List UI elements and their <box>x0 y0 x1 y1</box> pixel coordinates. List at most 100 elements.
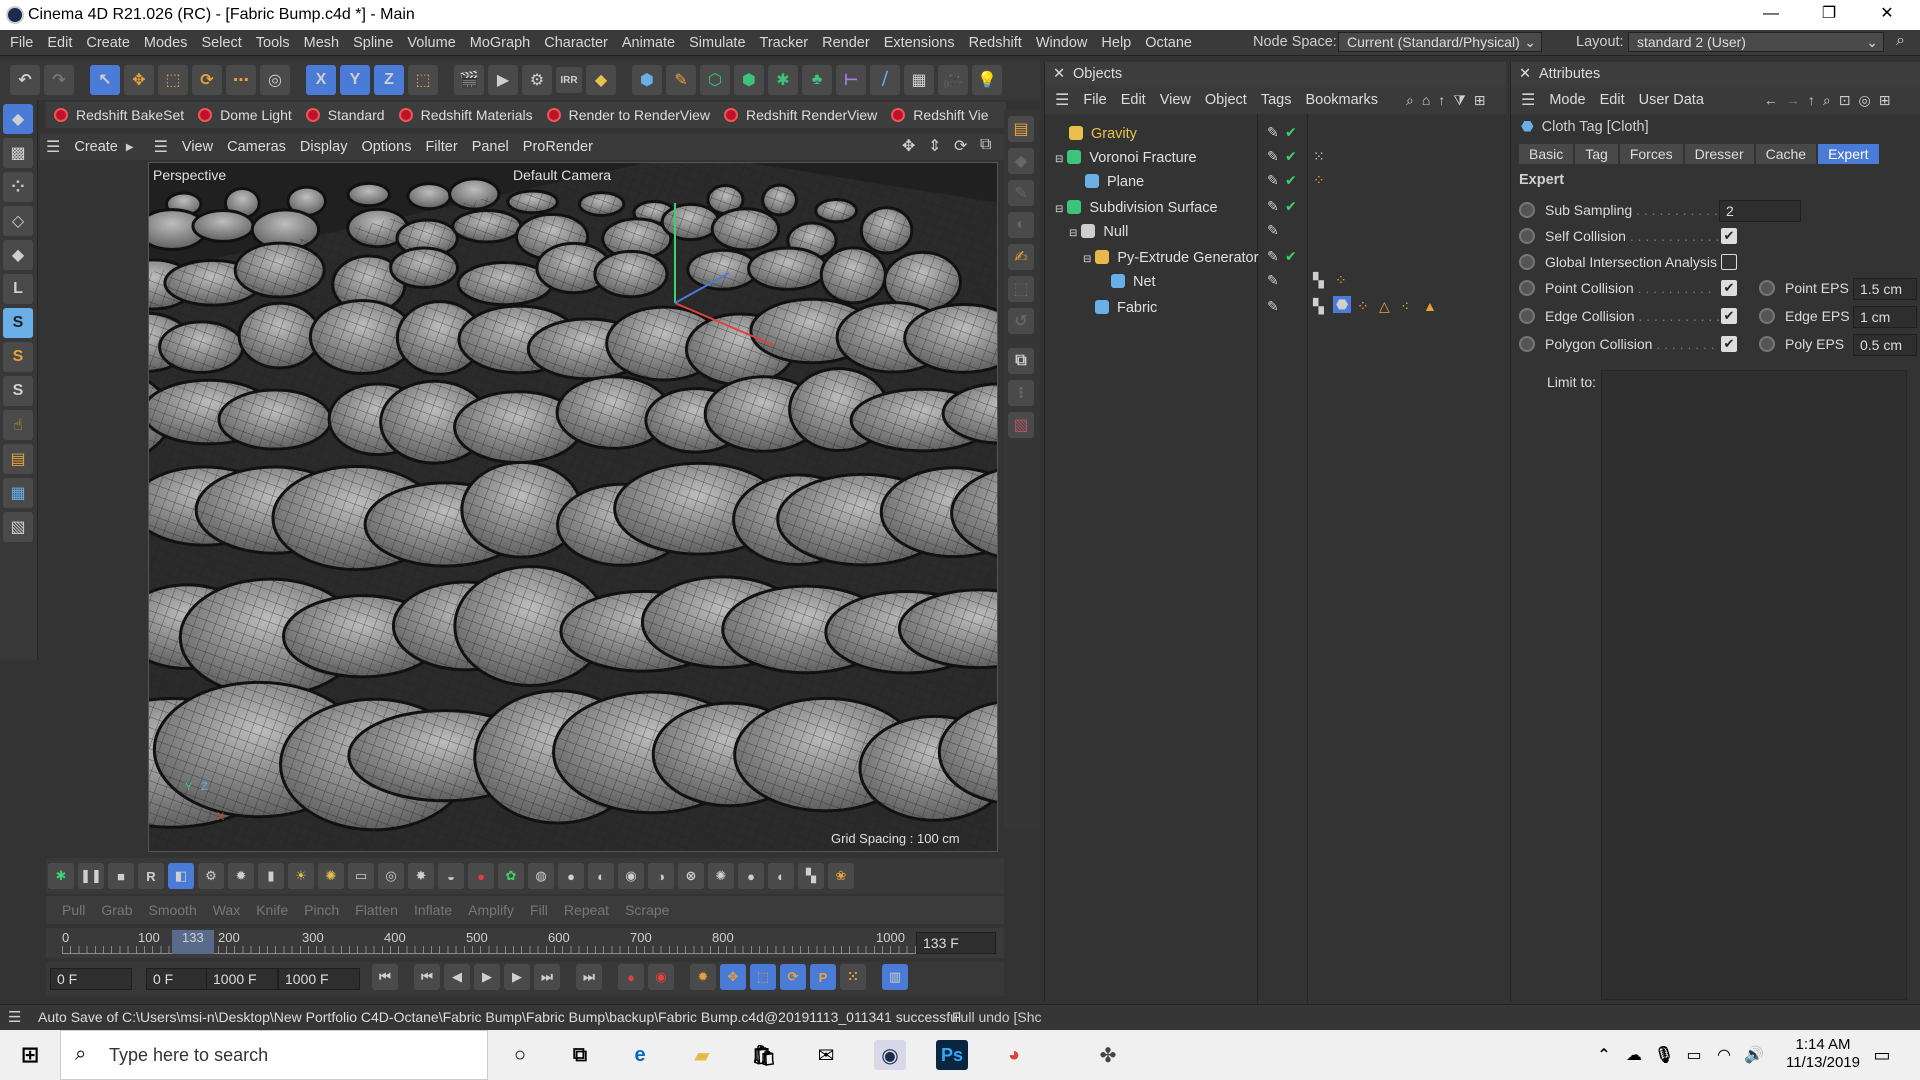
edit-icon[interactable]: ✎ <box>1267 172 1279 189</box>
collapse-icon[interactable]: ⊟ <box>1055 204 1063 215</box>
hamburger-icon[interactable]: ☰ <box>154 137 168 157</box>
chrome-taskbar-icon[interactable]: ◕ <box>998 1040 1030 1070</box>
menu-tools[interactable]: Tools <box>256 35 290 51</box>
menu-character[interactable]: Character <box>544 35 608 51</box>
workplane-snap-icon[interactable]: S <box>3 376 33 406</box>
collapse-icon[interactable]: ⊟ <box>1055 154 1063 165</box>
animate-radio[interactable] <box>1519 202 1535 218</box>
objects-menu-file[interactable]: File <box>1083 92 1106 108</box>
checkmark-icon[interactable]: ✔ <box>1285 248 1297 265</box>
select-tool-icon[interactable]: ↖ <box>90 65 120 95</box>
checker-icon[interactable]: ▚ <box>798 863 824 889</box>
edit-icon[interactable]: ✎ <box>1267 248 1279 265</box>
lock-x-axis-button[interactable]: X <box>306 65 336 95</box>
current-frame-field[interactable]: 133 F <box>916 932 996 954</box>
camera-icon[interactable]: 🎥 <box>938 65 968 95</box>
up-arrow-icon[interactable]: ↑ <box>1808 92 1815 108</box>
texture-tool-icon[interactable]: ▧ <box>1008 412 1034 438</box>
collapse-icon[interactable]: ⊟ <box>1069 228 1077 239</box>
attributes-menu-user-data[interactable]: User Data <box>1639 92 1704 108</box>
sculpt-pinch[interactable]: Pinch <box>304 902 339 918</box>
points-mode-icon[interactable]: ⁘ <box>3 172 33 202</box>
pause-icon[interactable]: ❚❚ <box>78 863 104 889</box>
hamburger-icon[interactable]: ☰ <box>8 1008 21 1026</box>
edges-mode-icon[interactable]: ◇ <box>3 206 33 236</box>
timeline-ruler[interactable]: 0 100 133 200 300 400 500 600 700 800 10… <box>46 928 1004 958</box>
sculpt-knife[interactable]: Knife <box>256 902 288 918</box>
deformer-icon[interactable]: ⊢ <box>836 65 866 95</box>
recent-tools-icon[interactable]: ⋯ <box>226 65 256 95</box>
menu-modes[interactable]: Modes <box>144 35 188 51</box>
hamburger-icon[interactable]: ☰ <box>46 137 60 157</box>
sculpt-smooth[interactable]: Smooth <box>148 902 196 918</box>
search-icon[interactable]: ⌕ <box>1823 92 1831 109</box>
menu-mograph[interactable]: MoGraph <box>470 35 530 51</box>
volume-icon[interactable]: 🔊 <box>1738 1040 1770 1070</box>
animate-radio[interactable] <box>1759 308 1775 324</box>
tree-item-net[interactable]: Net <box>1111 270 1156 294</box>
tweak-icon[interactable]: ☝ <box>3 410 33 440</box>
edit-icon[interactable]: ✎ <box>1267 124 1279 141</box>
lock-y-axis-button[interactable]: Y <box>340 65 370 95</box>
paint-brush-icon[interactable]: ✍ <box>1008 244 1034 270</box>
axis-mode-icon[interactable]: L <box>3 274 33 304</box>
coordinate-system-icon[interactable]: ⬚ <box>408 65 438 95</box>
hamburger-icon[interactable]: ☰ <box>1055 90 1069 110</box>
timeline-window-icon[interactable]: ▥ <box>882 964 908 990</box>
redo-icon[interactable]: ↷ <box>44 65 74 95</box>
polygon-selection-icon[interactable]: △ <box>1379 298 1390 315</box>
lock-icon[interactable]: ⊡ <box>1839 92 1851 109</box>
locked-workplane-icon[interactable]: ▦ <box>3 478 33 508</box>
search-icon[interactable]: ⌕ <box>1406 92 1414 109</box>
scale-tool-icon[interactable]: ⬚ <box>158 65 188 95</box>
animate-radio[interactable] <box>1519 308 1535 324</box>
key-scale-icon[interactable]: ⬚ <box>750 964 776 990</box>
daylight-icon[interactable]: ✺ <box>318 863 344 889</box>
sculpt-amplify[interactable]: Amplify <box>468 902 514 918</box>
autokey-icon[interactable]: ◉ <box>648 964 674 990</box>
menu-tracker[interactable]: Tracker <box>760 35 809 51</box>
undo-icon[interactable]: ↶ <box>10 65 40 95</box>
sculpt-inflate[interactable]: Inflate <box>414 902 452 918</box>
menu-simulate[interactable]: Simulate <box>689 35 745 51</box>
glossy-material-icon[interactable]: ◐ <box>588 863 614 889</box>
global-intersection-checkbox[interactable] <box>1721 254 1737 270</box>
self-collision-checkbox[interactable]: ✔ <box>1721 228 1737 244</box>
lock-z-axis-button[interactable]: Z <box>374 65 404 95</box>
checkmark-icon[interactable]: ✔ <box>1285 124 1297 141</box>
diffuse-material-icon[interactable]: ● <box>558 863 584 889</box>
record-keys-icon[interactable]: ● <box>618 964 644 990</box>
cortana-icon[interactable]: ○ <box>504 1040 536 1070</box>
store-icon[interactable]: 🛍 <box>748 1040 780 1070</box>
subdivision-surface-icon[interactable]: ⬡ <box>700 65 730 95</box>
davinci-taskbar-icon[interactable]: ✤ <box>1092 1040 1124 1070</box>
animate-radio[interactable] <box>1519 280 1535 296</box>
standard-button[interactable]: Standard <box>305 107 385 123</box>
close-button[interactable]: ✕ <box>1858 0 1916 30</box>
animate-radio[interactable] <box>1759 280 1775 296</box>
dome-light-button[interactable]: Dome Light <box>198 107 292 123</box>
record-icon[interactable]: ● <box>468 863 494 889</box>
viewport-menu-display[interactable]: Display <box>300 139 348 155</box>
menu-mesh[interactable]: Mesh <box>304 35 339 51</box>
attributes-menu-mode[interactable]: Mode <box>1549 92 1585 108</box>
edge-eps-input[interactable]: 1 cm <box>1853 306 1917 328</box>
render-to-renderview-button[interactable]: Render to RenderView <box>546 107 710 123</box>
animate-radio[interactable] <box>1519 254 1535 270</box>
viewport-menu-options[interactable]: Options <box>361 139 411 155</box>
octane-bucket-icon[interactable]: ▮ <box>258 863 284 889</box>
tab-tag[interactable]: Tag <box>1575 144 1618 164</box>
search-icon[interactable]: ⌕ <box>1896 32 1905 50</box>
material-tag-icon[interactable]: ▚ <box>1313 272 1324 289</box>
point-collision-checkbox[interactable]: ✔ <box>1721 280 1737 296</box>
cube-primitive-icon[interactable]: ◆ <box>586 65 616 95</box>
point-selection-icon[interactable]: ⁖ <box>1401 298 1409 315</box>
checkmark-icon[interactable]: ✔ <box>1285 148 1297 165</box>
file-explorer-icon[interactable]: ▰ <box>686 1040 718 1070</box>
viewport-zoom-icon[interactable]: ⇕ <box>928 136 941 156</box>
collapse-icon[interactable]: ⊟ <box>1083 254 1091 265</box>
mograph-icon[interactable]: ♣ <box>802 65 832 95</box>
rotate-tool-icon[interactable]: ⟳ <box>192 65 222 95</box>
spot-light-icon[interactable]: ◎ <box>378 863 404 889</box>
render-view-icon[interactable]: ▶ <box>488 65 518 95</box>
